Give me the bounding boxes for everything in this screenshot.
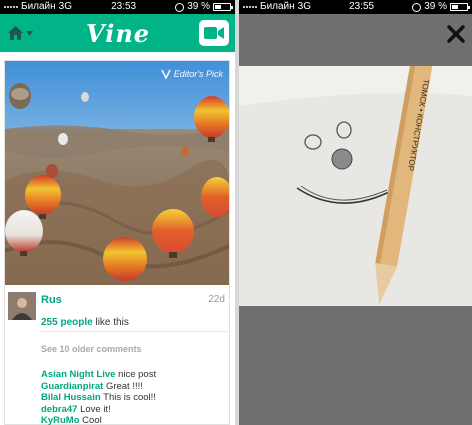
comment-user[interactable]: KyRuMo [41, 415, 80, 425]
comment-user[interactable]: Bilal Hussain [41, 392, 101, 403]
list-item: KyRuMo Cool [41, 415, 231, 425]
home-icon [8, 26, 23, 40]
chevron-down-icon [26, 30, 33, 36]
carrier-label: Билайн [21, 1, 56, 12]
comment-text: Love it! [80, 403, 111, 415]
author-name[interactable]: Rus [41, 294, 62, 306]
network-label: 3G [58, 1, 72, 12]
list-item: Asian Night Live nice post [41, 369, 231, 381]
top-nav-bar: Vine [0, 14, 235, 52]
list-item: Bilal Hussain This is cool!! [41, 392, 231, 404]
record-video-button[interactable] [199, 20, 229, 46]
status-bar: Билайн 3G 23:55 39 % [239, 0, 472, 14]
battery-percent: 39 % [187, 1, 210, 12]
post-video-thumbnail[interactable]: Editor's Pick [5, 61, 229, 285]
comment-user[interactable]: Guardianpirat [41, 381, 103, 392]
comment-user[interactable]: Asian Night Live [41, 369, 115, 380]
comment-user[interactable]: debra47 [41, 404, 77, 415]
user-photo-icon [8, 292, 36, 320]
viewer-header [239, 14, 472, 72]
editors-pick-label: Editor's Pick [173, 69, 223, 79]
battery-icon [212, 3, 233, 11]
comment-text: Great !!!! [105, 380, 143, 392]
rotation-lock-icon [412, 2, 422, 12]
vine-logo: Vine [86, 19, 151, 48]
carrier-label: Билайн [260, 1, 295, 12]
close-button[interactable] [446, 24, 466, 44]
video-viewer-screen: Билайн 3G 23:55 39 % ТОМСК • КОНСТРУКТОР [239, 0, 472, 425]
comment-text: Cool [82, 415, 102, 425]
battery-icon [449, 3, 470, 11]
home-menu-button[interactable] [7, 23, 35, 43]
comment-list: Asian Night Live nice post Guardianpirat… [41, 369, 231, 425]
battery-percent: 39 % [424, 1, 447, 12]
avatar[interactable] [8, 292, 36, 320]
vine-v-icon [161, 69, 171, 79]
rotation-lock-icon [175, 2, 185, 12]
screenshot-root: Билайн 3G 23:53 39 % Vine Editor's Pick … [0, 0, 472, 425]
viewer-footer [239, 306, 472, 425]
post-card: Editor's Pick Rus 22d 255 people like th… [4, 60, 230, 425]
signal-icon [243, 6, 257, 8]
likes-count-link[interactable]: 255 people [41, 317, 93, 328]
editors-pick-badge: Editor's Pick [161, 69, 223, 79]
close-icon [447, 25, 465, 43]
clock: 23:55 [349, 1, 375, 12]
post-age: 22d [208, 294, 225, 305]
list-item: debra47 Love it! [41, 404, 231, 416]
status-bar: Билайн 3G 23:53 39 % [0, 0, 235, 14]
video-frame[interactable]: ТОМСК • КОНСТРУКТОР [239, 66, 472, 306]
likes-summary: 255 people like this [41, 317, 129, 328]
comment-text: This is cool!! [103, 392, 156, 403]
signal-icon [4, 6, 18, 8]
divider [41, 331, 227, 332]
comment-text: nice post [118, 369, 157, 380]
network-label: 3G [297, 1, 311, 12]
video-camera-icon [204, 27, 224, 39]
balloons-landscape-image [5, 61, 229, 285]
likes-suffix: like this [95, 317, 129, 328]
see-older-comments-link[interactable]: See 10 older comments [41, 344, 142, 354]
smiley-drawing-image: ТОМСК • КОНСТРУКТОР [239, 66, 472, 306]
clock: 23:53 [111, 1, 137, 12]
vine-feed-screen: Билайн 3G 23:53 39 % Vine Editor's Pick … [0, 0, 235, 425]
list-item: Guardianpirat Great !!!! [41, 381, 231, 393]
